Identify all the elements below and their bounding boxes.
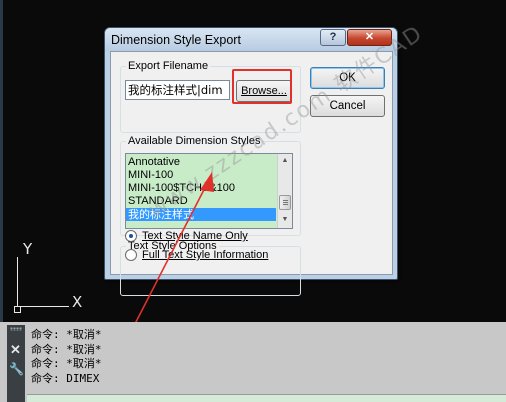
scroll-up-arrow-icon[interactable]: ▲ (279, 154, 291, 168)
command-history-line: 命令: *取消* (31, 342, 102, 356)
radio-button[interactable] (125, 230, 137, 242)
command-history-line: 命令: *取消* (31, 328, 102, 341)
help-button[interactable]: ? (320, 29, 346, 46)
ucs-x-axis (17, 306, 69, 307)
viewport-edge (0, 0, 3, 322)
command-panel-sidebar[interactable]: ✕ 🔧 (7, 325, 25, 402)
ucs-x-label: X (72, 293, 83, 311)
scroll-down-arrow-icon[interactable]: ▼ (279, 213, 291, 227)
ucs-y-axis (17, 257, 18, 307)
command-line-panel: ✕ 🔧 命令: *取消* 命令: *取消* 命令: *取消* 命令: DIMEX (0, 322, 506, 402)
radio-text-style-name-only-label: Text Style Name Only (142, 230, 248, 242)
scrollbar-thumb[interactable] (279, 195, 291, 210)
wrench-icon[interactable]: 🔧 (9, 363, 24, 375)
ucs-y-label: Y (23, 240, 33, 258)
command-history: 命令: *取消* 命令: *取消* 命令: *取消* 命令: DIMEX (31, 328, 102, 386)
command-history-line: 命令: DIMEX (31, 371, 100, 385)
dialog-title: Dimension Style Export (111, 33, 241, 47)
ucs-origin-box (14, 306, 21, 313)
radio-button[interactable] (125, 249, 137, 261)
export-filename-input[interactable]: 我的标注样式|dim (125, 80, 230, 100)
radio-full-text-style-information-label: Full Text Style Information (142, 249, 269, 261)
close-icon[interactable]: ✕ (10, 343, 21, 356)
styles-list-scrollbar[interactable]: ▲ ▼ (277, 154, 292, 228)
grip-line (283, 202, 288, 203)
dialog-titlebar[interactable]: Dimension Style Export ? ✕ (105, 28, 397, 51)
command-history-line: 命令: *取消* (31, 357, 102, 370)
grip-line (283, 204, 288, 205)
radio-selected-dot (129, 234, 133, 238)
browse-highlight-box (232, 69, 292, 104)
grip-line (283, 200, 288, 201)
drag-grip-icon[interactable] (10, 327, 22, 331)
command-input-field[interactable] (27, 394, 506, 402)
export-filename-group-label: Export Filename (126, 60, 211, 72)
